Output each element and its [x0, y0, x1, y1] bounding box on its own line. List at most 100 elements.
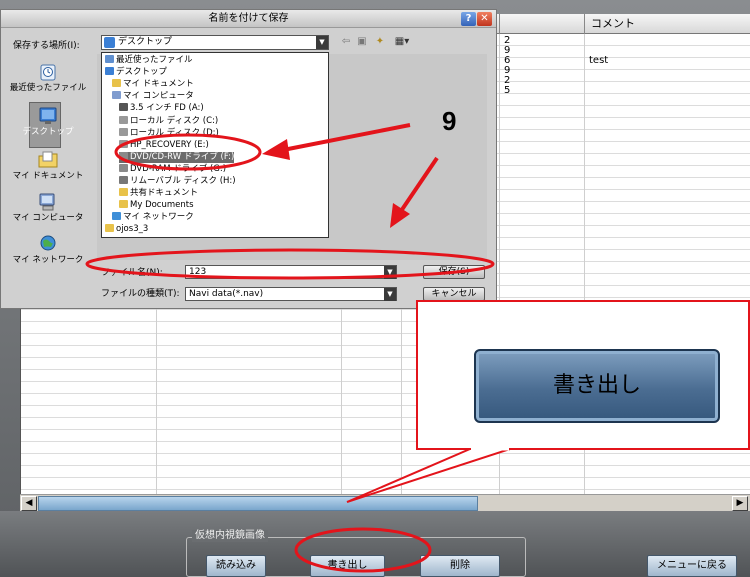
scrollbar-thumb[interactable]	[38, 496, 478, 511]
dropdown-item-label: 共有ドキュメント	[130, 188, 199, 199]
place-my-documents[interactable]: マイ ドキュメント	[5, 150, 91, 182]
dialog-toolbar: ⇦ ▣ ✦ ▦▾	[337, 35, 427, 50]
dialog-titlebar[interactable]: 名前を付けて保存 ? ✕	[1, 10, 496, 28]
dropdown-item[interactable]: マイ ネットワーク	[112, 212, 194, 223]
desktop-icon	[39, 107, 57, 124]
grid-cell[interactable]: 5	[504, 85, 510, 96]
my-network-icon	[40, 235, 56, 251]
dropdown-item-label: 最近使ったファイル	[116, 55, 193, 65]
dropdown-item-label: マイ コンピュータ	[123, 91, 194, 102]
chevron-down-icon[interactable]: ▼	[316, 36, 328, 49]
dialog-title: 名前を付けて保存	[208, 13, 289, 24]
desktop-icon	[105, 67, 114, 76]
dropdown-item[interactable]: 共有ドキュメント	[119, 188, 198, 199]
disk-icon	[119, 127, 128, 136]
filename-input[interactable]: 123 ▼	[185, 265, 397, 279]
filetype-select[interactable]: Navi data(*.nav) ▼	[185, 287, 397, 301]
grid-comment-cell[interactable]: test	[589, 55, 608, 66]
filetype-label: ファイルの種類(T):	[101, 289, 180, 299]
places-bar: 最近使ったファイル デスクトップ マイ ドキュメント マイ コンピュータ マイ …	[5, 54, 91, 266]
cancel-button[interactable]: キャンセル	[423, 287, 485, 301]
scroll-right-icon[interactable]: ▶	[732, 496, 748, 511]
dvd-drive-icon	[119, 151, 128, 160]
callout-export-button-image: 書き出し	[474, 349, 720, 423]
save-in-select[interactable]: デスクトップ ▼	[101, 35, 329, 50]
folder-icon	[105, 224, 114, 233]
step-number: 9	[442, 106, 457, 136]
chevron-down-icon[interactable]: ▼	[384, 288, 396, 301]
dropdown-item[interactable]: DVD-RAM ドライブ (G:)	[119, 163, 227, 175]
up-folder-icon[interactable]: ▣	[355, 35, 369, 49]
place-my-computer[interactable]: マイ コンピュータ	[5, 192, 91, 224]
dropdown-item-label: マイ ドキュメント	[123, 79, 194, 90]
network-icon	[112, 212, 121, 221]
dropdown-item-label: リムーバブル ディスク (H:)	[130, 176, 236, 186]
desktop-icon	[104, 37, 115, 48]
my-computer-icon	[39, 193, 55, 211]
read-button[interactable]: 読み込み	[206, 555, 266, 577]
save-as-dialog: 名前を付けて保存 ? ✕ 保存する場所(I): デスクトップ ▼ ⇦ ▣ ✦ ▦…	[0, 9, 497, 309]
dropdown-item[interactable]: ローカル ディスク (D:)	[119, 127, 219, 139]
recent-folder-icon	[105, 55, 114, 63]
new-folder-icon[interactable]: ✦	[373, 35, 387, 49]
dropdown-item-label: My Documents	[130, 200, 194, 211]
dropdown-item[interactable]: ローカル ディスク (C:)	[119, 115, 219, 127]
place-recent[interactable]: 最近使ったファイル	[5, 62, 91, 94]
save-button[interactable]: 保存(S)	[423, 265, 485, 279]
save-in-dropdown-list[interactable]: 最近使ったファイルデスクトップ マイ ドキュメント マイ コンピュータ 3.5 インチ…	[101, 52, 329, 238]
filename-value: 123	[189, 267, 207, 277]
folder-icon	[119, 200, 128, 209]
place-label: マイ ドキュメント	[12, 171, 84, 181]
removable-disk-icon	[119, 176, 128, 184]
grid-header-comment[interactable]: コメント	[584, 14, 750, 34]
my-computer-icon	[112, 91, 121, 100]
my-documents-icon	[112, 79, 121, 88]
dropdown-item[interactable]: デスクトップ	[105, 67, 167, 78]
place-label: マイ コンピュータ	[12, 213, 84, 223]
dropdown-item[interactable]: DVD/CD-RW ドライブ (F:)	[119, 151, 235, 163]
dropdown-item[interactable]: My Documents	[119, 200, 194, 211]
chevron-down-icon[interactable]: ▼	[384, 266, 396, 279]
place-desktop[interactable]: デスクトップ	[5, 106, 91, 138]
group-label: 仮想内視鏡画像	[192, 530, 268, 542]
dropdown-item-label: DVD/CD-RW ドライブ (F:)	[130, 151, 235, 162]
filetype-value: Navi data(*.nav)	[189, 289, 264, 299]
my-documents-icon	[38, 151, 58, 168]
dropdown-item[interactable]: ojos3_3	[105, 224, 148, 235]
filename-label: ファイル名(N):	[101, 268, 163, 278]
folder-icon	[119, 188, 128, 197]
delete-button[interactable]: 削除	[420, 555, 500, 577]
dvd-drive-icon	[119, 163, 128, 172]
save-in-label: 保存する場所(I):	[13, 41, 80, 51]
save-in-value: デスクトップ	[118, 37, 173, 47]
dropdown-item[interactable]: HP_RECOVERY (E:)	[119, 139, 209, 151]
dropdown-item-label: マイ ネットワーク	[123, 212, 194, 223]
dropdown-item-label: ローカル ディスク (C:)	[130, 115, 219, 126]
dropdown-item[interactable]: 最近使ったファイル	[105, 55, 193, 66]
scroll-left-icon[interactable]: ◀	[21, 496, 37, 511]
close-icon[interactable]: ✕	[477, 12, 492, 26]
grid-header-cell[interactable]	[499, 14, 584, 34]
disk-icon	[119, 139, 128, 148]
dropdown-item-label: DVD-RAM ドライブ (G:)	[130, 163, 227, 174]
floppy-icon	[119, 103, 128, 112]
view-menu-icon[interactable]: ▦▾	[391, 35, 413, 49]
dropdown-item[interactable]: マイ コンピュータ	[112, 91, 194, 102]
back-icon[interactable]: ⇦	[339, 35, 353, 49]
dropdown-item-label: 3.5 インチ FD (A:)	[130, 103, 204, 114]
back-to-menu-button[interactable]: メニューに戻る	[647, 555, 737, 577]
place-my-network[interactable]: マイ ネットワーク	[5, 234, 91, 266]
recent-files-icon	[40, 64, 56, 81]
dropdown-item[interactable]: リムーバブル ディスク (H:)	[119, 176, 236, 187]
horizontal-scrollbar[interactable]: ◀ ▶	[20, 494, 750, 511]
export-button[interactable]: 書き出し	[310, 555, 385, 577]
place-label: デスクトップ	[22, 127, 74, 137]
dropdown-item[interactable]: マイ ドキュメント	[112, 79, 194, 90]
help-icon[interactable]: ?	[461, 12, 476, 26]
dropdown-item-label: ローカル ディスク (D:)	[130, 127, 219, 138]
disk-icon	[119, 115, 128, 124]
dropdown-item-label: ojos3_3	[116, 224, 149, 235]
place-label: 最近使ったファイル	[9, 83, 87, 93]
dropdown-item-label: HP_RECOVERY (E:)	[130, 139, 209, 150]
dropdown-item[interactable]: 3.5 インチ FD (A:)	[119, 103, 204, 114]
